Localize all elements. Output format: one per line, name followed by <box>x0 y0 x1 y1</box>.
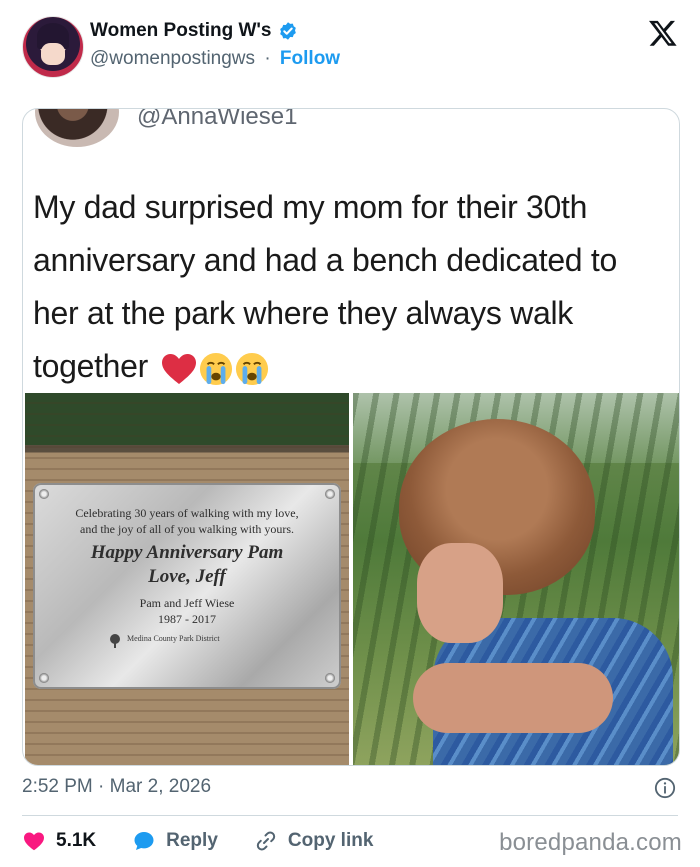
divider <box>22 815 678 816</box>
copy-link-label: Copy link <box>287 830 374 851</box>
red-heart-icon <box>161 353 196 384</box>
screw-icon <box>39 673 49 683</box>
author-handle[interactable]: @womenpostingws <box>90 48 255 69</box>
like-count: 5.1K <box>56 830 97 851</box>
hand-over-face <box>417 543 503 643</box>
link-icon <box>256 831 276 851</box>
crying-face-icon <box>235 352 268 385</box>
screw-icon <box>325 489 335 499</box>
tweet-header: Women Posting W's @womenpostingws · Foll… <box>0 0 700 96</box>
embedded-author-handle: @AnnaWiese1 <box>137 108 298 130</box>
plaque-line-2: and the joy of all of you walking with y… <box>80 522 294 536</box>
heart-icon <box>24 832 44 851</box>
embedded-image-card[interactable]: @AnnaWiese1 My dad surprised my mom for … <box>22 108 680 766</box>
plaque-line-4: Love, Jeff <box>148 566 226 587</box>
plaque-line-5: Pam and Jeff Wiese <box>139 596 235 610</box>
like-button[interactable]: 5.1K <box>22 829 96 853</box>
info-icon[interactable] <box>654 777 676 799</box>
plaque-line-1: Celebrating 30 years of walking with my … <box>75 506 299 520</box>
x-logo-icon[interactable] <box>648 18 678 48</box>
tree-logo-icon <box>110 634 120 648</box>
screw-icon <box>39 489 49 499</box>
copy-link-button[interactable]: Copy link <box>254 829 374 853</box>
plaque-line-6: 1987 - 2017 <box>158 612 216 626</box>
verified-badge-icon <box>279 22 296 40</box>
emoji-group <box>161 352 269 386</box>
follow-button[interactable]: Follow <box>280 48 340 69</box>
woman-crying-photo <box>353 393 679 765</box>
screw-icon <box>325 673 335 683</box>
plaque-dedication: Celebrating 30 years of walking with my … <box>33 505 341 537</box>
embedded-tweet-text: My dad surprised my mom for their 30th a… <box>33 181 669 393</box>
tweet-actions: 5.1K Reply Copy link <box>22 824 409 858</box>
author-avatar[interactable] <box>22 16 84 78</box>
memorial-plaque: Celebrating 30 years of walking with my … <box>33 483 341 689</box>
plaque-line-3: Happy Anniversary Pam <box>90 542 284 563</box>
bench-plaque-photo: Celebrating 30 years of walking with my … <box>25 393 349 765</box>
boredpanda-watermark: boredpanda.com <box>499 829 682 856</box>
plaque-heading: Happy Anniversary Pam Love, Jeff <box>33 541 341 589</box>
arm <box>413 663 613 733</box>
embedded-tweet-body: My dad surprised my mom for their 30th a… <box>33 189 617 384</box>
tweet-timestamp[interactable]: 2:52 PM · Mar 2, 2026 <box>22 776 211 798</box>
author-handle-row: @womenpostingws · Follow <box>90 48 340 70</box>
plaque-line-7: Medina County Park District <box>127 634 220 643</box>
plaque-names: Pam and Jeff Wiese 1987 - 2017 <box>33 595 341 627</box>
reply-bubble-icon <box>134 832 154 850</box>
author-display-name[interactable]: Women Posting W's <box>90 20 272 42</box>
crying-face-icon <box>199 352 232 385</box>
embedded-author-avatar <box>35 109 119 147</box>
author-name-row: Women Posting W's <box>90 20 298 42</box>
separator-dot: · <box>264 48 271 69</box>
reply-label: Reply <box>166 830 218 851</box>
reply-button[interactable]: Reply <box>132 829 218 853</box>
